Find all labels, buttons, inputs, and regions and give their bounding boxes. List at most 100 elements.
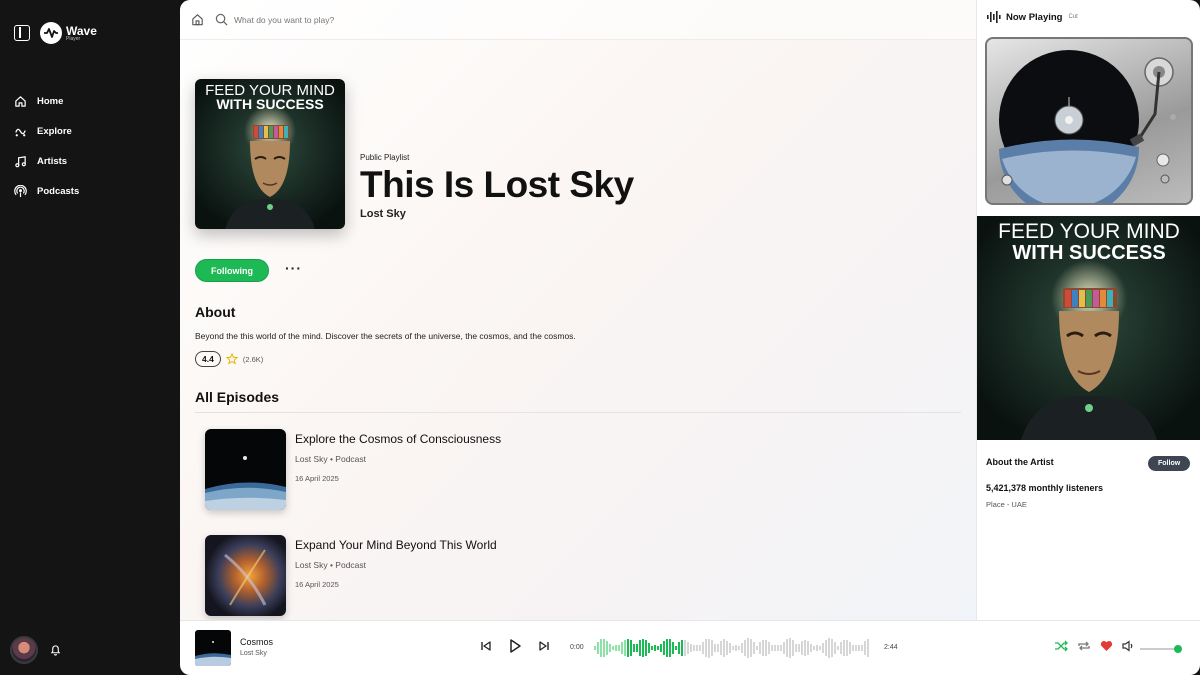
artwork-line-2: WITH SUCCESS xyxy=(1012,242,1165,264)
waveform-bar xyxy=(801,640,803,656)
waveform-bar xyxy=(624,639,626,657)
waveform-bar xyxy=(693,645,695,651)
waveform-bar xyxy=(675,645,677,651)
waveform-bar xyxy=(672,641,674,655)
heart-icon[interactable] xyxy=(1100,640,1113,652)
waveform-bar xyxy=(783,641,785,655)
waveform-bar xyxy=(609,644,611,652)
app-window: Wave Player Home Explore Artists Podcast… xyxy=(0,0,1200,675)
sidebar-header: Wave Player xyxy=(14,22,97,44)
waveform-bar xyxy=(627,638,629,658)
artwork-line-1: FEED YOUR MIND xyxy=(998,220,1180,243)
player-bar: Cosmos Lost Sky 0:00 2:44 xyxy=(180,620,1200,675)
waveform-bar xyxy=(798,643,800,653)
waveform-icon xyxy=(987,11,1001,23)
play-icon[interactable] xyxy=(507,638,523,654)
search-icon xyxy=(215,13,228,26)
divider xyxy=(195,412,961,413)
waveform-bar xyxy=(597,641,599,655)
episode-meta: Lost Sky • Podcast xyxy=(295,454,367,464)
waveform-bar xyxy=(684,639,686,657)
waveform-bar xyxy=(726,640,728,656)
follow-button[interactable]: Follow xyxy=(1148,456,1191,471)
episode-title[interactable]: Expand Your Mind Beyond This World xyxy=(295,538,497,552)
sidebar-item-podcasts[interactable]: Podcasts xyxy=(14,176,79,206)
waveform-bar xyxy=(663,640,665,656)
waveform-bar xyxy=(780,644,782,652)
more-options-button[interactable]: ··· xyxy=(285,261,302,275)
episode-title[interactable]: Explore the Cosmos of Consciousness xyxy=(295,432,501,446)
episode-date: 16 April 2025 xyxy=(295,580,339,589)
waveform-bar xyxy=(615,645,617,651)
next-icon[interactable] xyxy=(538,640,550,652)
star-icon[interactable] xyxy=(225,353,238,365)
waveform-bar xyxy=(657,645,659,651)
waveform-bar xyxy=(612,645,614,651)
sidebar-item-explore[interactable]: Explore xyxy=(14,116,79,146)
waveform-bar xyxy=(687,641,689,655)
waveform-bar xyxy=(771,644,773,652)
waveform-bar xyxy=(720,640,722,656)
volume-slider-handle[interactable] xyxy=(1174,645,1182,653)
now-playing-header: Now Playing Cut xyxy=(987,11,1078,23)
waveform-bar xyxy=(840,642,842,654)
app-logo[interactable]: Wave Player xyxy=(40,22,97,44)
track-thumbnail[interactable] xyxy=(195,630,231,666)
search-input[interactable]: What do you want to play? xyxy=(234,15,334,25)
episode-thumbnail[interactable] xyxy=(205,535,286,616)
playlist-type: Public Playlist xyxy=(360,153,410,162)
waveform-bar xyxy=(735,644,737,652)
duration-time: 2:44 xyxy=(884,644,898,651)
waveform-bar xyxy=(765,639,767,657)
waveform-bar xyxy=(594,646,596,650)
waveform-bar xyxy=(834,641,836,655)
search-bar[interactable]: What do you want to play? xyxy=(215,13,334,26)
avatar[interactable] xyxy=(10,636,38,664)
following-button[interactable]: Following xyxy=(195,259,269,282)
about-artist-heading: About the Artist xyxy=(986,457,1054,467)
repeat-icon[interactable] xyxy=(1077,640,1091,652)
waveform-bar xyxy=(642,639,644,657)
bell-icon[interactable] xyxy=(50,644,61,656)
sidebar-toggle-icon[interactable] xyxy=(14,25,30,41)
volume-icon[interactable] xyxy=(1122,640,1135,652)
list-item[interactable]: Expand Your Mind Beyond This World Lost … xyxy=(205,535,945,619)
waveform-bar xyxy=(813,645,815,651)
app-name: Wave xyxy=(66,23,97,38)
rating-count: (2.6K) xyxy=(242,354,264,364)
waveform-bar xyxy=(636,643,638,653)
waveform-bar xyxy=(837,645,839,651)
waveform-bar xyxy=(855,644,857,651)
waveform-bar xyxy=(639,640,641,656)
playlist-header: FEED YOUR MIND WITH SUCCESS Public Playl… xyxy=(180,40,976,245)
list-item[interactable]: Explore the Cosmos of Consciousness Lost… xyxy=(205,429,945,513)
waveform-progress[interactable] xyxy=(594,635,874,661)
waveform-bar xyxy=(681,639,683,657)
playlist-artist[interactable]: Lost Sky xyxy=(360,208,634,220)
waveform-bar xyxy=(864,641,866,655)
waveform-bar xyxy=(807,640,809,655)
track-title[interactable]: Cosmos xyxy=(240,637,273,647)
home-icon[interactable] xyxy=(190,12,205,27)
waveform-bar xyxy=(786,639,788,657)
shuffle-icon[interactable] xyxy=(1054,640,1068,652)
track-artist[interactable]: Lost Sky xyxy=(240,650,267,657)
waveform-bar xyxy=(648,642,650,654)
waveform-bar xyxy=(660,643,662,653)
waveform-bar xyxy=(666,638,668,658)
about-heading: About xyxy=(195,304,236,320)
waveform-bar xyxy=(630,640,632,656)
waveform-bar xyxy=(816,644,818,652)
waveform-bar xyxy=(789,638,791,658)
waveform-bar xyxy=(729,643,731,653)
turntable-visual xyxy=(985,37,1193,205)
sidebar-item-artists[interactable]: Artists xyxy=(14,146,79,176)
waveform-bar xyxy=(714,643,716,653)
now-playing-artwork: FEED YOUR MIND WITH SUCCESS xyxy=(977,216,1200,440)
sidebar-item-home[interactable]: Home xyxy=(14,86,79,116)
previous-icon[interactable] xyxy=(480,640,492,652)
top-bar: What do you want to play? xyxy=(180,0,976,40)
rating: 4.4 (2.6K) xyxy=(195,351,263,367)
now-playing-extra: Cut xyxy=(1068,14,1078,20)
episode-thumbnail[interactable] xyxy=(205,429,286,510)
